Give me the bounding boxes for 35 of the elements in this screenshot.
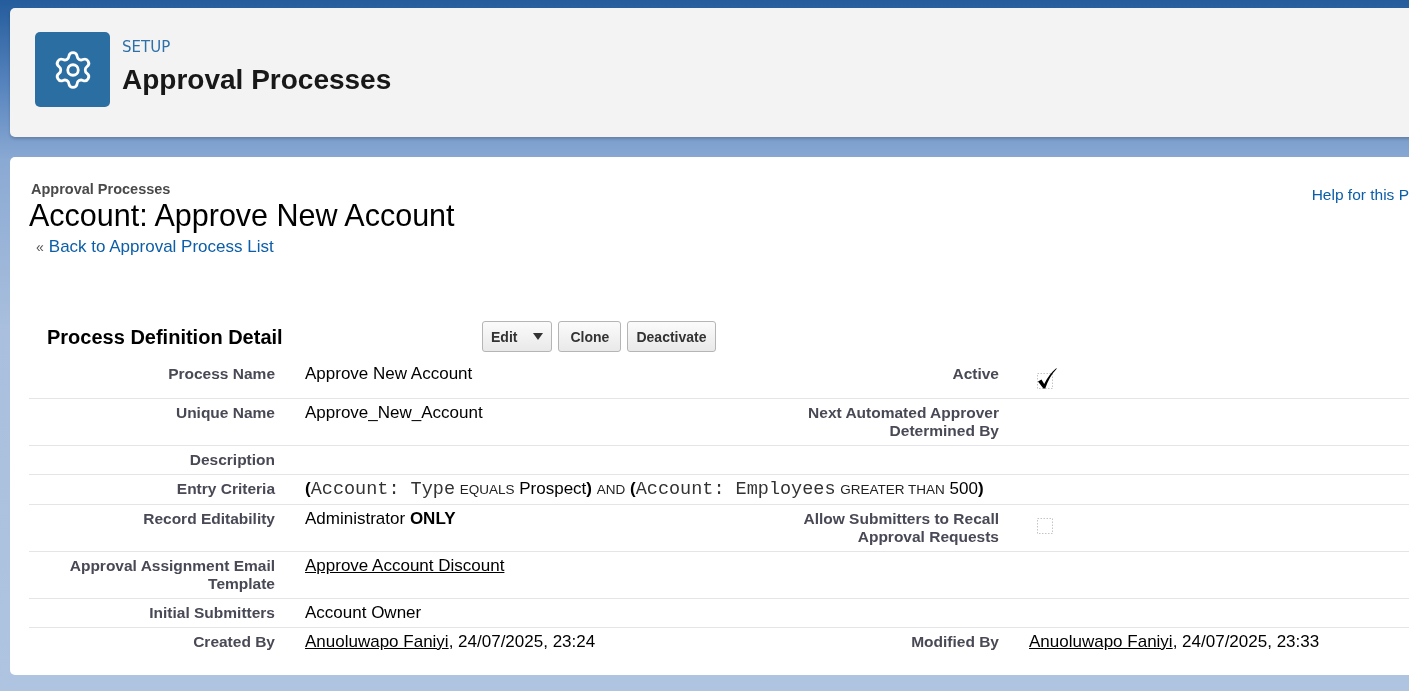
field-label: Modified By (911, 633, 999, 651)
action-button[interactable]: Deactivate (627, 321, 716, 352)
field-label: Record Editability (143, 510, 275, 528)
field-label: Unique Name (175, 404, 275, 422)
field-value: Administrator ONLY (305, 510, 456, 528)
menu-button[interactable]: Edit (482, 321, 553, 352)
caret-icon (533, 333, 544, 340)
timestamp-text: , 24/07/2025, 23:33 (1172, 633, 1320, 651)
field-value: Approve_New_Account (305, 404, 483, 422)
field-label: Allow Submitters to Recall Approval Requests (802, 510, 999, 546)
field-value: Account Owner (305, 604, 422, 622)
header-title: Approval Processes (122, 64, 392, 96)
breadcrumb: Approval Processes (31, 181, 171, 197)
user-link[interactable]: Anuoluwapo Faniyi (1029, 633, 1173, 651)
back-marker: « (36, 238, 44, 257)
field-label: Entry Criteria (176, 480, 275, 498)
entry-criteria-text: (Account: Type EQUALS Prospect) AND (Account: Employees GREATER THAN 500) (305, 480, 984, 499)
field-label: Active (952, 365, 999, 383)
page-title: Account: Approve New Account (29, 199, 455, 231)
section-title: Process Definition Detail (47, 325, 283, 348)
field-label: Next Automated Approver Determined By (807, 404, 999, 440)
field-label: Created By (193, 633, 275, 651)
gear-icon (35, 32, 110, 107)
field-value: Approve New Account (305, 365, 473, 383)
help-link[interactable]: Help for this P (1311, 186, 1409, 204)
back-link[interactable]: Back to Approval Process List (48, 237, 274, 257)
header-eyebrow: SETUP (122, 38, 171, 56)
field-label: Approval Assignment Email Template (68, 557, 275, 593)
field-label: Process Name (168, 365, 275, 383)
user-link[interactable]: Anuoluwapo Faniyi (305, 633, 449, 651)
template-link[interactable]: Approve Account Discount (305, 557, 505, 575)
timestamp-text: , 24/07/2025, 23:24 (448, 633, 596, 651)
action-button[interactable]: Clone (558, 321, 622, 352)
field-label: Initial Submitters (149, 604, 275, 622)
field-label: Description (189, 451, 275, 469)
